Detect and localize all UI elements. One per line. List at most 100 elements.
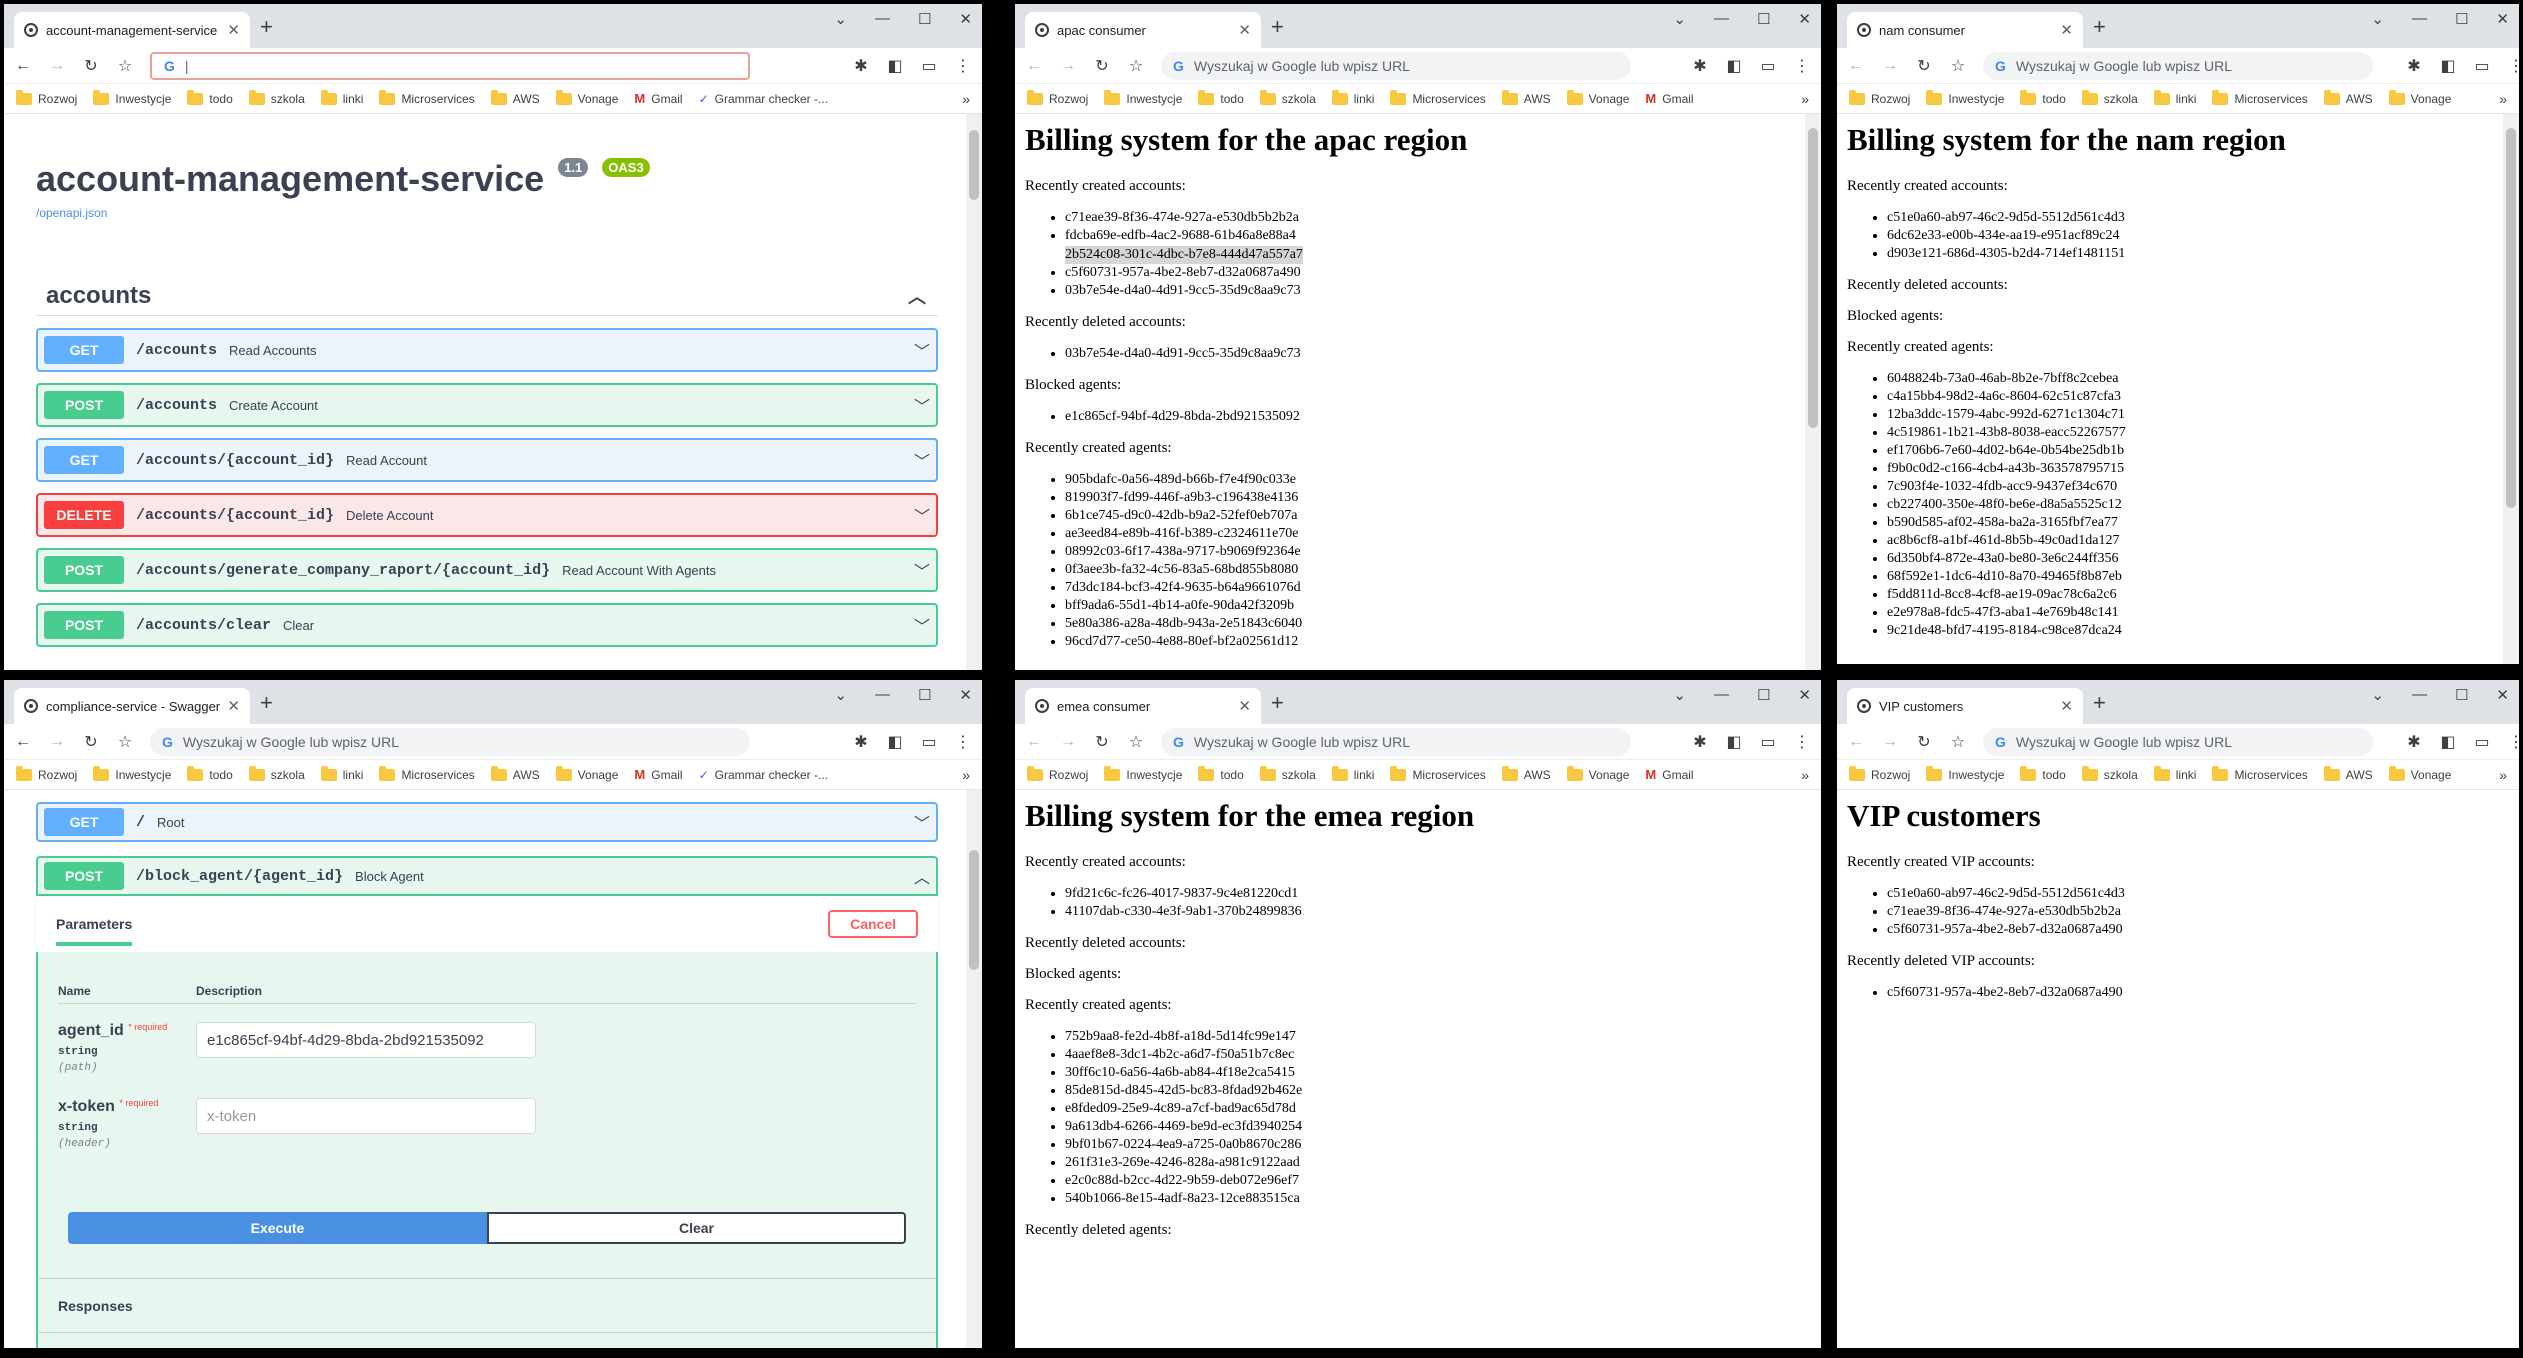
bookmark-szkola[interactable]: szkola [1259,765,1316,782]
op-get-account[interactable]: GET /accounts/{account_id} Read Account … [36,438,938,482]
bookmark-icon[interactable]: ☆ [1127,732,1145,752]
back-icon[interactable]: ← [14,733,32,751]
media-icon[interactable]: ▭ [2473,732,2491,752]
bookmark-vonage[interactable]: Vonage [555,765,618,782]
close-tab-icon[interactable]: ✕ [227,697,240,715]
reload-icon[interactable]: ↻ [1915,56,1933,76]
menu-icon[interactable]: ⋮ [954,56,972,76]
bookmark-gmail[interactable]: M Gmail [634,91,682,106]
extensions-icon[interactable]: ✱ [1691,732,1709,752]
new-tab-icon[interactable]: + [260,690,273,716]
back-icon[interactable]: ← [1025,733,1043,751]
scrollbar[interactable] [966,790,982,1348]
maximize-icon[interactable]: ☐ [2455,10,2468,28]
new-tab-icon[interactable]: + [2093,14,2106,40]
browser-tab[interactable]: emea consumer ✕ [1025,688,1261,724]
close-tab-icon[interactable]: ✕ [2060,21,2073,39]
close-window-icon[interactable]: ✕ [1798,686,1811,704]
bookmark-inwestycje[interactable]: Inwestycje [1926,89,2004,106]
media-icon[interactable]: ▭ [920,732,938,752]
bookmark-inwestycje[interactable]: Inwestycje [93,765,171,782]
op-delete-account[interactable]: DELETE /accounts/{account_id} Delete Acc… [36,493,938,537]
bookmark-microservices[interactable]: Microservices [379,89,475,106]
bookmark-microservices[interactable]: Microservices [2212,89,2308,106]
forward-icon[interactable]: → [1059,57,1077,75]
close-tab-icon[interactable]: ✕ [1238,21,1251,39]
new-tab-icon[interactable]: + [2093,690,2106,716]
scrollbar[interactable] [966,114,982,670]
maximize-icon[interactable]: ☐ [1757,10,1770,28]
minimize-icon[interactable]: — [2412,10,2427,28]
maximize-icon[interactable]: ☐ [1757,686,1770,704]
bookmark-inwestycje[interactable]: Inwestycje [1104,89,1182,106]
tab-search-icon[interactable]: ⌄ [2371,686,2384,704]
bookmark-icon[interactable]: ☆ [1949,732,1967,752]
more-bookmarks-icon[interactable]: » [2499,91,2507,107]
bookmark-inwestycje[interactable]: Inwestycje [1104,765,1182,782]
bookmark-inwestycje[interactable]: Inwestycje [1926,765,2004,782]
new-tab-icon[interactable]: + [1271,14,1284,40]
bookmark-rozwoj[interactable]: Rozwoj [1849,765,1910,782]
reload-icon[interactable]: ↻ [82,56,100,76]
close-window-icon[interactable]: ✕ [2496,686,2509,704]
more-bookmarks-icon[interactable]: » [962,91,970,107]
bookmark-microservices[interactable]: Microservices [2212,765,2308,782]
maximize-icon[interactable]: ☐ [918,686,931,704]
bookmark-grammar-checker[interactable]: ✓ Grammar checker -... [699,92,828,106]
bookmark-vonage[interactable]: Vonage [1566,89,1629,106]
back-icon[interactable]: ← [14,57,32,75]
side-panel-icon[interactable]: ◧ [886,56,904,76]
bookmark-todo[interactable]: todo [187,89,233,106]
reload-icon[interactable]: ↻ [82,732,100,752]
close-tab-icon[interactable]: ✕ [2060,697,2073,715]
bookmark-linki[interactable]: linki [1331,89,1374,106]
forward-icon[interactable]: → [48,733,66,751]
bookmark-szkola[interactable]: szkola [2081,765,2138,782]
bookmark-szkola[interactable]: szkola [248,765,305,782]
side-panel-icon[interactable]: ◧ [1725,56,1743,76]
bookmark-linki[interactable]: linki [2153,89,2196,106]
new-tab-icon[interactable]: + [260,14,273,40]
minimize-icon[interactable]: — [1714,10,1729,28]
address-bar[interactable]: G Wyszukaj w Google lub wpisz URL [1983,727,2373,756]
forward-icon[interactable]: → [48,57,66,75]
bookmark-aws[interactable]: AWS [2323,89,2373,106]
bookmark-microservices[interactable]: Microservices [1390,765,1486,782]
media-icon[interactable]: ▭ [920,56,938,76]
forward-icon[interactable]: → [1059,733,1077,751]
bookmark-icon[interactable]: ☆ [116,732,134,752]
extensions-icon[interactable]: ✱ [2405,732,2423,752]
minimize-icon[interactable]: — [2412,686,2427,704]
clear-button[interactable]: Clear [487,1212,906,1244]
address-bar[interactable]: G | [150,51,750,80]
bookmark-szkola[interactable]: szkola [248,89,305,106]
extensions-icon[interactable]: ✱ [852,732,870,752]
address-bar[interactable]: G Wyszukaj w Google lub wpisz URL [150,727,750,756]
close-window-icon[interactable]: ✕ [959,10,972,28]
menu-icon[interactable]: ⋮ [1793,56,1811,76]
extensions-icon[interactable]: ✱ [852,56,870,76]
browser-tab[interactable]: account-management-service - S ✕ [14,12,250,48]
side-panel-icon[interactable]: ◧ [2439,56,2457,76]
minimize-icon[interactable]: — [875,10,890,28]
bookmark-icon[interactable]: ☆ [1949,56,1967,76]
reload-icon[interactable]: ↻ [1093,56,1111,76]
bookmark-szkola[interactable]: szkola [1259,89,1316,106]
cancel-button[interactable]: Cancel [828,910,918,938]
bookmark-vonage[interactable]: Vonage [555,89,618,106]
bookmark-rozwoj[interactable]: Rozwoj [1027,89,1088,106]
more-bookmarks-icon[interactable]: » [962,767,970,783]
close-tab-icon[interactable]: ✕ [1238,697,1251,715]
bookmark-rozwoj[interactable]: Rozwoj [1027,765,1088,782]
back-icon[interactable]: ← [1025,57,1043,75]
bookmark-microservices[interactable]: Microservices [1390,89,1486,106]
extensions-icon[interactable]: ✱ [1691,56,1709,76]
bookmark-gmail[interactable]: M Gmail [1645,767,1693,782]
menu-icon[interactable]: ⋮ [2507,732,2519,752]
bookmark-gmail[interactable]: M Gmail [634,767,682,782]
tab-parameters[interactable]: Parameters [56,916,133,946]
agent-id-input[interactable]: e1c865cf-94bf-4d29-8bda-2bd921535092 [196,1022,536,1058]
bookmark-todo[interactable]: todo [187,765,233,782]
bookmark-gmail[interactable]: M Gmail [1645,91,1693,106]
maximize-icon[interactable]: ☐ [918,10,931,28]
